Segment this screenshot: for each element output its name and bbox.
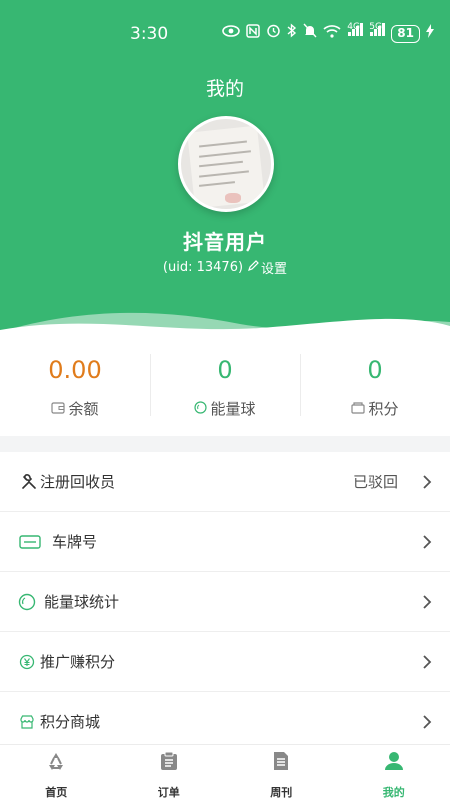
- points-label-row: 积分: [351, 398, 399, 419]
- yuan-coin-icon: [16, 651, 38, 673]
- tab-label: 我的: [382, 786, 405, 799]
- signal-5g-icon: 5G: [369, 22, 386, 45]
- tab-label: 周刊: [270, 786, 293, 799]
- recycle-icon: [45, 750, 67, 772]
- tab-label: 订单: [157, 786, 180, 799]
- bluetooth-icon: [287, 23, 297, 45]
- points-value: 0: [367, 356, 383, 384]
- chevron-right-icon: [422, 534, 432, 554]
- tab-home[interactable]: 首页: [0, 745, 113, 800]
- menu-label: 注册回收员: [40, 473, 116, 491]
- pencil-icon: [247, 259, 259, 276]
- stats-panel: 0.00 余额 0 能量球 0 积分: [0, 336, 450, 436]
- status-bar: 3:30 4G 5G 81: [0, 0, 450, 70]
- tab-weekly[interactable]: 周刊: [225, 745, 338, 800]
- chevron-right-icon: [422, 654, 432, 674]
- uid-row: (uid: 13476) 设置: [0, 258, 450, 277]
- wallet-icon: [51, 400, 66, 418]
- menu-label: 车牌号: [52, 533, 98, 551]
- wifi-icon: [323, 24, 341, 45]
- menu-item-promote-earn-points[interactable]: 推广赚积分: [0, 632, 450, 692]
- tab-mine[interactable]: 我的: [338, 745, 450, 800]
- document-icon: [270, 750, 292, 772]
- bottom-tab-bar: 首页 订单 周刊 我的: [0, 744, 450, 800]
- header-wave: [0, 312, 450, 340]
- energy-ball-label: 能量球: [210, 400, 256, 418]
- charging-icon: [426, 23, 434, 45]
- energy-ball-icon: [194, 400, 208, 418]
- status-icons: 4G 5G 81: [222, 22, 434, 45]
- settings-label: 设置: [261, 262, 288, 277]
- points-label: 积分: [368, 400, 399, 418]
- stat-balance[interactable]: 0.00 余额: [0, 336, 150, 436]
- menu-label: 积分商城: [40, 713, 101, 731]
- menu-label: 推广赚积分: [40, 653, 116, 671]
- clipboard-icon: [158, 750, 180, 772]
- mute-bell-icon: [303, 23, 317, 45]
- menu-status: 已驳回: [352, 473, 398, 491]
- nfc-icon: [246, 23, 261, 45]
- chevron-right-icon: [422, 474, 432, 494]
- user-icon: [383, 750, 405, 772]
- network-label-4g: 4G: [347, 22, 360, 32]
- menu-list: 注册回收员 已驳回 车牌号 能量球统计 推广赚积分 积分商城: [0, 452, 450, 752]
- store-icon: [16, 711, 38, 733]
- avatar[interactable]: [178, 116, 274, 212]
- eye-icon: [222, 24, 241, 44]
- username: 抖音用户: [183, 230, 267, 254]
- stat-energy-ball[interactable]: 0 能量球: [150, 336, 300, 436]
- energy-ball-value: 0: [217, 356, 233, 384]
- alarm-icon: [266, 23, 281, 45]
- page-title: 我的: [205, 78, 244, 100]
- status-time: 3:30: [130, 24, 169, 44]
- tab-label: 首页: [45, 786, 68, 799]
- settings-button[interactable]: 设置: [247, 258, 287, 277]
- balance-value: 0.00: [48, 356, 102, 384]
- tools-icon: [18, 471, 40, 493]
- chevron-right-icon: [422, 714, 432, 734]
- battery-indicator: 81: [391, 25, 420, 43]
- menu-label: 能量球统计: [44, 593, 120, 611]
- energy-ball-label-row: 能量球: [194, 398, 256, 419]
- balance-label: 余额: [68, 400, 99, 418]
- points-icon: [351, 400, 366, 418]
- uid-text: (uid: 13476): [162, 260, 244, 275]
- menu-item-license-plate[interactable]: 车牌号: [0, 512, 450, 572]
- balance-label-row: 余额: [51, 398, 99, 419]
- menu-item-energy-stats[interactable]: 能量球统计: [0, 572, 450, 632]
- license-plate-icon: [18, 531, 42, 553]
- signal-4g-icon: 4G: [347, 22, 364, 45]
- profile-header: 3:30 4G 5G 81 我的 抖音用户 (uid: 13476) 设置: [0, 0, 450, 340]
- menu-item-points-store[interactable]: 积分商城: [0, 692, 450, 752]
- energy-ball-icon: [16, 591, 38, 613]
- stat-points[interactable]: 0 积分: [300, 336, 450, 436]
- network-label-5g: 5G: [369, 22, 382, 32]
- tab-orders[interactable]: 订单: [113, 745, 226, 800]
- menu-item-register-collector[interactable]: 注册回收员 已驳回: [0, 452, 450, 512]
- chevron-right-icon: [422, 594, 432, 614]
